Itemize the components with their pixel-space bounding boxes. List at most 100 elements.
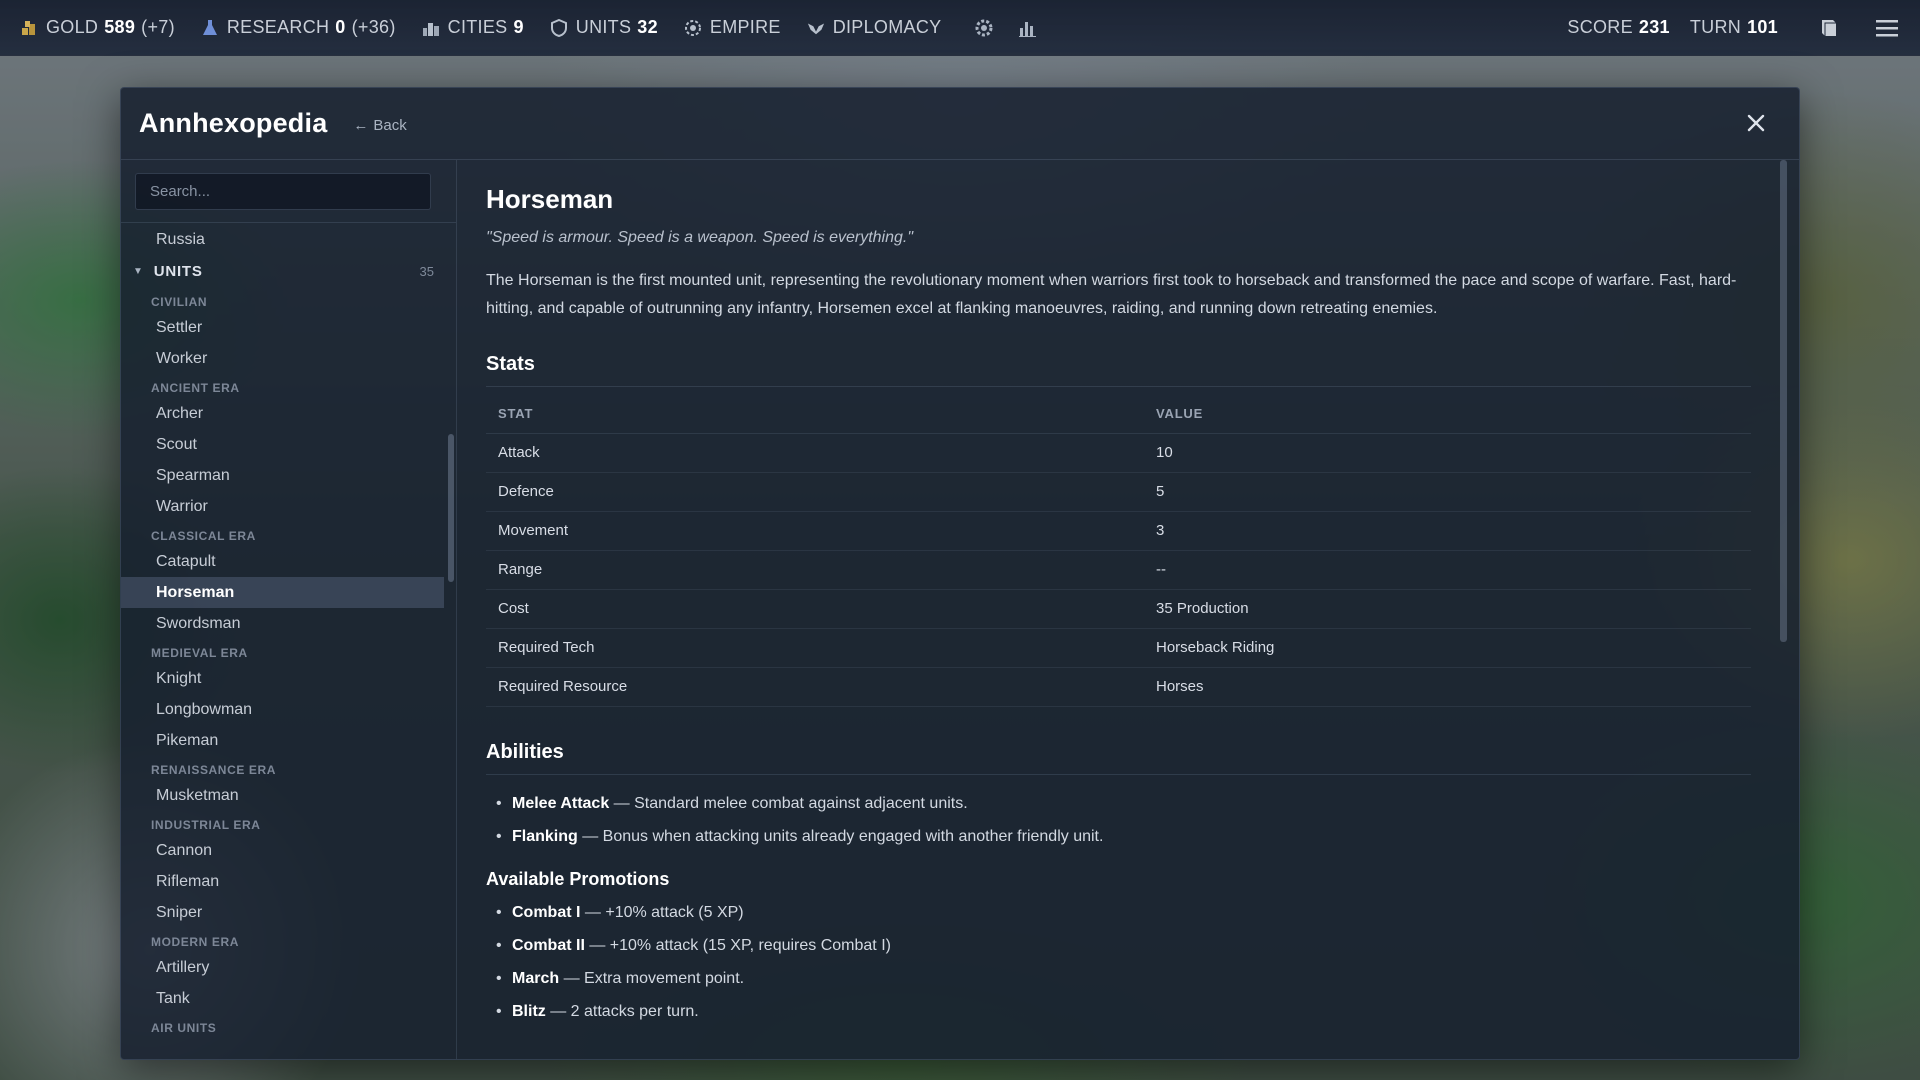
laurel-icon [684,19,702,37]
gold-resource[interactable]: GOLD 589 (+7) [20,17,175,38]
back-label: Back [373,117,407,134]
sidebar-item-pikeman[interactable]: Pikeman [121,725,444,756]
stat-value: 3 [1144,511,1751,551]
research-delta: (+36) [351,17,396,37]
nav-group-air-units: AIR UNITS [151,1021,217,1035]
table-row: Attack 10 [486,433,1751,473]
promotion-blitz: Blitz — 2 attacks per turn. [486,995,1751,1028]
stats-body: Attack 10 Defence 5 Movement 3 Range -- Cost 35 P… [486,433,1751,707]
stats-heading: Stats [486,353,1751,387]
city-icon [422,19,440,37]
sidebar-item-russia[interactable]: Russia [121,224,444,255]
sidebar-scrollbar[interactable] [448,224,454,1059]
eagle-icon [807,19,825,37]
promotion-name: March [512,969,560,987]
ability-flanking: Flanking — Bonus when attacking units al… [486,820,1751,853]
sidebar-item-cannon[interactable]: Cannon [121,835,444,866]
sidebar-item-worker[interactable]: Worker [121,343,444,374]
sidebar-item-catapult[interactable]: Catapult [121,546,444,577]
back-button[interactable]: ← Back [353,113,406,134]
cities-value: 9 [513,17,524,37]
sidebar-item-musketman[interactable]: Musketman [121,780,444,811]
sidebar-item-rifleman[interactable]: Rifleman [121,866,444,897]
nav-group-medieval-era: MEDIEVAL ERA [151,646,248,660]
sidebar-item-horseman[interactable]: Horseman [121,577,444,608]
category-units[interactable]: ▼ UNITS 35 [121,255,444,288]
cities-label: CITIES [447,17,508,37]
nav-group-modern-era: MODERN ERA [151,935,240,949]
ability-name: Flanking [512,827,578,845]
score-label: SCORE [1567,17,1633,37]
promotion-name: Combat II [512,936,585,954]
stat-name: Attack [486,433,1144,473]
sidebar-scrollbar-thumb[interactable] [448,434,454,582]
abilities-heading: Abilities [486,741,1751,775]
sidebar-item-knight[interactable]: Knight [121,663,444,694]
book-icon[interactable] [1816,15,1842,41]
promotion-text: — 2 attacks per turn. [545,1002,699,1020]
cities-resource[interactable]: CITIES 9 [422,17,524,38]
sidebar-item-sniper[interactable]: Sniper [121,897,444,928]
close-icon[interactable] [1743,110,1769,136]
stats-header-stat: STAT [486,395,1144,434]
promotion-combat-i: Combat I — +10% attack (5 XP) [486,896,1751,929]
sidebar-item-warrior[interactable]: Warrior [121,491,444,522]
research-label: RESEARCH [226,17,330,37]
sidebar-item-swordsman[interactable]: Swordsman [121,608,444,639]
ability-name: Melee Attack [512,794,610,812]
ability-text: — Standard melee combat against adjacent… [609,794,968,812]
stat-value: 35 Production [1144,589,1751,629]
units-resource[interactable]: UNITS 32 [550,17,658,38]
nav-group-industrial-era: INDUSTRIAL ERA [151,818,261,832]
stat-name: Defence [486,472,1144,512]
encyclopedia-sidebar: Russia ▼ UNITS 35 CIVILIAN SettlerWorker A… [121,160,457,1059]
content-scrollbar-thumb[interactable] [1780,160,1787,642]
search-input[interactable] [135,173,431,210]
stat-value: Horseback Riding [1144,628,1751,668]
sidebar-item-longbowman[interactable]: Longbowman [121,694,444,725]
promotion-text: — +10% attack (15 XP, requires Combat I) [584,936,891,954]
sidebar-item-settler[interactable]: Settler [121,312,444,343]
nav-group-civilian: CIVILIAN [151,295,208,309]
diplomacy-label: DIPLOMACY [832,17,942,37]
research-resource[interactable]: RESEARCH 0 (+36) [201,17,396,38]
promotion-name: Blitz [512,1002,546,1020]
modal-title: Annhexopedia [139,108,328,138]
nav-list: Russia ▼ UNITS 35 CIVILIAN Settler Worker A… [121,224,444,1038]
sidebar-item-archer[interactable]: Archer [121,398,444,429]
empire-button[interactable]: EMPIRE [684,17,781,38]
sidebar-item-spearman[interactable]: Spearman [121,460,444,491]
stat-value: 5 [1144,472,1751,512]
score-value: 231 [1638,17,1670,37]
modal-header: Annhexopedia ← Back [121,88,1799,160]
turn-value: 101 [1747,17,1778,37]
sidebar-divider [121,222,456,223]
stat-value: -- [1144,550,1751,590]
bar-chart-icon[interactable] [1015,15,1041,41]
promotion-text: — +10% attack (5 XP) [580,903,744,921]
turn-display: TURN 101 [1690,17,1778,38]
ability-melee-attack: Melee Attack — Standard melee combat aga… [486,787,1751,820]
shield-icon [550,18,568,37]
sidebar-item-artillery[interactable]: Artillery [121,952,444,983]
promotion-combat-ii: Combat II — +10% attack (15 XP, requires… [486,929,1751,962]
table-row: Range -- [486,550,1751,590]
content-scrollbar[interactable] [1780,160,1787,1059]
hamburger-menu-icon[interactable] [1874,15,1900,41]
search-wrapper [135,173,431,210]
sidebar-item-tank[interactable]: Tank [121,983,444,1014]
gold-value: 589 [104,17,136,37]
back-arrow-icon: ← [353,117,369,134]
top-resource-bar: GOLD 589 (+7) RESEARCH 0 (+36) CITIES 9 … [0,0,1920,56]
nav-group-renaissance-era: RENAISSANCE ERA [151,763,277,777]
table-row: Movement 3 [486,511,1751,551]
stats-header-row: STAT VALUE [486,395,1751,434]
units-value: 32 [637,17,658,37]
entry-content: Horseman "Speed is armour. Speed is a we… [458,160,1787,1059]
table-row: Required Tech Horseback Riding [486,628,1751,668]
gear-icon[interactable] [971,15,997,41]
sidebar-item-scout[interactable]: Scout [121,429,444,460]
units-label: UNITS [575,17,632,37]
stat-value: 10 [1144,433,1751,473]
diplomacy-button[interactable]: DIPLOMACY [807,17,942,38]
